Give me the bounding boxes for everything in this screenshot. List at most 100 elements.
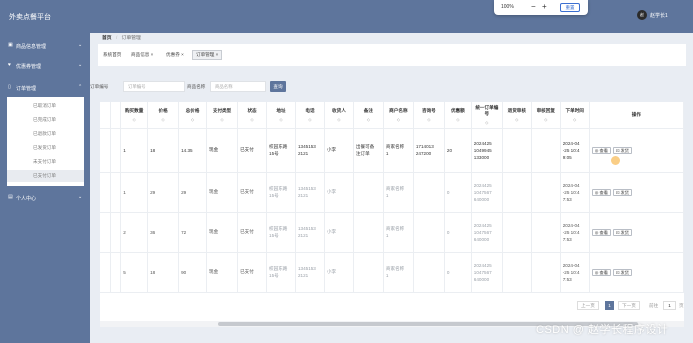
table-row: 5 18 90 现金 已支付 校园东路 15号 1345153 2121 小李 商家名称 1 0 2024… xyxy=(100,252,684,293)
sort-icon[interactable]: ◇ xyxy=(269,117,293,122)
close-icon[interactable]: × xyxy=(214,52,219,57)
sidebar-item-label: 订单管理 xyxy=(16,86,37,92)
tab-product[interactable]: 商品信息 × xyxy=(128,50,156,60)
table-cell xyxy=(100,172,111,213)
cell-line: 校园东路 xyxy=(269,144,288,149)
table-cell: 小李 xyxy=(324,172,354,213)
view-button[interactable]: ◎ 查看 xyxy=(591,268,611,276)
app-title: 外卖点餐平台 xyxy=(9,14,51,21)
sort-icon[interactable]: ◇ xyxy=(416,117,442,122)
cell-line: 640000 xyxy=(473,276,490,282)
cell-line: 15号 xyxy=(269,151,279,156)
cell-line: 1 xyxy=(385,273,389,278)
goto-page-input[interactable]: 1 xyxy=(663,301,676,310)
zoom-out-button[interactable]: − xyxy=(531,2,536,11)
zoom-reset-button[interactable]: 重置 xyxy=(560,3,580,12)
current-page[interactable]: 1 xyxy=(605,301,614,310)
ship-button[interactable]: ⊡ 发货 xyxy=(612,268,632,276)
column-header[interactable]: 下单时间 ◇ xyxy=(560,102,590,129)
table-cell: 2024425 1049945 133000 xyxy=(471,128,503,173)
table-row: 2 36 72 现金 已支付 校园东路 15号 1345153 2121 小李 商家名称 1 0 2024… xyxy=(100,212,684,253)
column-header[interactable]: 退货审核 ◇ xyxy=(502,102,532,129)
tab-coupon[interactable]: 优惠券 × xyxy=(163,50,187,60)
view-button[interactable]: ◎ 查看 xyxy=(591,188,611,196)
column-header[interactable]: 统一订单编号 ◇ xyxy=(471,102,503,129)
column-header[interactable]: 状态 ◇ xyxy=(237,102,268,129)
search-button[interactable]: 查询 xyxy=(270,81,286,92)
sort-icon[interactable]: ◇ xyxy=(505,117,529,122)
cell-line: 7:53 xyxy=(562,276,572,282)
cell-line: 商家名称 xyxy=(385,144,405,149)
sort-icon[interactable]: ◇ xyxy=(563,117,587,122)
sort-icon[interactable]: ◇ xyxy=(447,117,469,122)
column-header-label: 电话 xyxy=(305,107,315,113)
sidebar-item-orders[interactable]: ▯ 订单管理 ⌃ xyxy=(0,81,90,94)
table-cell: 2024425 1047567 640000 xyxy=(471,212,503,253)
user-name[interactable]: 赵学长1 xyxy=(650,12,668,19)
sort-icon[interactable]: ◇ xyxy=(123,117,145,122)
column-header[interactable]: 操作 xyxy=(589,102,684,129)
table-cell xyxy=(110,128,122,173)
submenu-item-cancelled[interactable]: 已取消订单 xyxy=(7,100,84,112)
column-header[interactable]: 收货人 ◇ xyxy=(324,102,354,129)
cell-line: 2121 xyxy=(297,273,309,278)
column-header[interactable]: 备注 ◇ xyxy=(353,102,384,129)
product-name-input[interactable]: 商品名称 xyxy=(210,81,266,92)
order-no-input[interactable]: 订单编号 xyxy=(123,81,185,92)
sort-icon[interactable]: ◇ xyxy=(209,117,235,122)
table-cell xyxy=(502,252,532,293)
column-header[interactable]: 审核回复 ◇ xyxy=(531,102,561,129)
table-cell: 2 xyxy=(120,212,149,253)
column-header[interactable]: 总价格 ◇ xyxy=(178,102,208,129)
sidebar-item-coupon[interactable]: ♥ 优惠券管理 ⌄ xyxy=(0,59,90,72)
submenu-item-shipped[interactable]: 已发货订单 xyxy=(7,142,84,154)
column-header[interactable]: 价格 ◇ xyxy=(147,102,180,129)
table-cell: 1714013 247200 xyxy=(413,128,445,173)
table-cell: 小李 xyxy=(324,252,354,293)
sort-icon[interactable]: ◇ xyxy=(474,120,500,125)
breadcrumb-home[interactable]: 首页 xyxy=(102,36,112,41)
close-icon[interactable]: × xyxy=(149,52,154,57)
table-cell: 0 xyxy=(444,172,472,213)
tab-orders[interactable]: 订单管理 × xyxy=(192,50,223,60)
chevron-down-icon: ⌄ xyxy=(78,62,83,68)
column-header[interactable]: 咨询号 ◇ xyxy=(413,102,445,129)
column-header[interactable]: 地址 ◇ xyxy=(266,102,296,129)
cell-line: 商家名称 xyxy=(385,226,405,231)
cell-line: 2024-04 xyxy=(562,222,580,228)
sort-icon[interactable]: ◇ xyxy=(181,117,204,122)
column-header[interactable]: 购买数量 ◇ xyxy=(120,102,149,129)
submenu-item-completed[interactable]: 已完成订单 xyxy=(7,114,84,126)
sort-icon[interactable]: ◇ xyxy=(386,117,411,122)
submenu-item-refunded[interactable]: 已退款订单 xyxy=(7,128,84,140)
avatar[interactable]: 赵 xyxy=(637,10,647,20)
sidebar-item-personal[interactable]: ▤ 个人中心 ⌄ xyxy=(0,191,90,204)
sort-icon[interactable]: ◇ xyxy=(356,117,381,122)
chevron-up-icon: ⌃ xyxy=(78,84,83,90)
column-header[interactable]: 支付类型 ◇ xyxy=(206,102,239,129)
sort-icon[interactable]: ◇ xyxy=(298,117,322,122)
table-cell xyxy=(413,252,445,293)
zoom-in-button[interactable]: + xyxy=(542,2,547,11)
close-icon[interactable]: × xyxy=(180,52,184,57)
view-button[interactable]: ◎ 查看 xyxy=(591,228,611,236)
table-cell: 校园东路 15号 xyxy=(266,128,296,173)
table-cell: 现金 xyxy=(206,172,239,213)
sort-icon[interactable]: ◇ xyxy=(150,117,176,122)
next-page-button[interactable]: 下一页 xyxy=(618,301,640,310)
submenu-item-paid[interactable]: 已支付订单 xyxy=(7,170,84,182)
ship-button[interactable]: ⊡ 发货 xyxy=(612,228,632,236)
prev-page-button[interactable]: 上一页 xyxy=(577,301,599,310)
sort-icon[interactable]: ◇ xyxy=(327,117,351,122)
column-header[interactable]: 电话 ◇ xyxy=(295,102,325,129)
column-header[interactable]: 优惠额 ◇ xyxy=(444,102,472,129)
submenu-item-unpaid[interactable]: 未支付订单 xyxy=(7,156,84,168)
tab-home[interactable]: 系统首页 xyxy=(100,50,124,60)
column-header[interactable]: 商户名称 ◇ xyxy=(383,102,414,129)
sort-icon[interactable]: ◇ xyxy=(240,117,264,122)
sort-icon[interactable]: ◇ xyxy=(534,117,558,122)
sidebar-item-product[interactable]: ▣ 商品信息管理 ⌄ xyxy=(0,39,90,52)
ship-button[interactable]: ⊡ 发货 xyxy=(612,146,632,154)
ship-button[interactable]: ⊡ 发货 xyxy=(612,188,632,196)
view-button[interactable]: ◎ 查看 xyxy=(591,146,611,154)
